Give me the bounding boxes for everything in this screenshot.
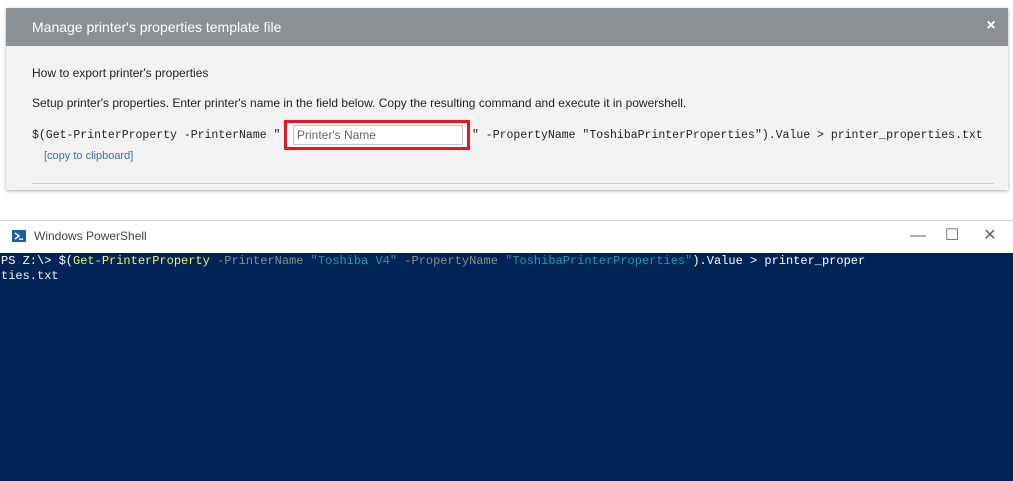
close-window-icon[interactable]: ✕ bbox=[975, 224, 1005, 248]
console-param: -PrinterName bbox=[209, 254, 311, 268]
powershell-window: Windows PowerShell — ☐ ✕ PS Z:\> $(Get-P… bbox=[0, 220, 1013, 481]
console-line: PS Z:\> $(Get-PrinterProperty -PrinterNa… bbox=[1, 254, 865, 269]
dialog-divider bbox=[32, 183, 994, 184]
command-suffix: " -PropertyName "ToshibaPrinterPropertie… bbox=[472, 129, 983, 142]
console-param: -PropertyName bbox=[397, 254, 506, 268]
powershell-console[interactable]: PS Z:\> $(Get-PrinterProperty -PrinterNa… bbox=[0, 253, 1013, 481]
console-cmdlet: Get-PrinterProperty bbox=[73, 254, 210, 268]
maximize-icon[interactable]: ☐ bbox=[937, 224, 967, 248]
powershell-title: Windows PowerShell bbox=[34, 229, 147, 243]
console-prompt: PS Z:\> bbox=[1, 254, 59, 268]
powershell-icon bbox=[12, 230, 26, 242]
dialog-title: Manage printer's properties template fil… bbox=[32, 19, 282, 35]
printer-properties-dialog: Manage printer's properties template fil… bbox=[6, 8, 1008, 190]
console-token: $( bbox=[58, 254, 74, 268]
copy-to-clipboard-link[interactable]: [copy to clipboard] bbox=[44, 150, 133, 162]
console-string: "ToshibaPrinterProperties" bbox=[505, 254, 693, 268]
close-icon[interactable]: × bbox=[982, 17, 1000, 35]
powershell-titlebar: Windows PowerShell — ☐ ✕ bbox=[0, 221, 1013, 251]
minimize-icon[interactable]: — bbox=[903, 224, 933, 248]
console-string: "Toshiba V4" bbox=[310, 254, 398, 268]
dialog-header: Manage printer's properties template fil… bbox=[6, 8, 1008, 46]
console-line: ties.txt bbox=[1, 269, 59, 283]
printer-name-highlight bbox=[284, 120, 470, 150]
instructions-text: Setup printer's properties. Enter printe… bbox=[32, 96, 687, 110]
export-heading: How to export printer's properties bbox=[32, 66, 209, 80]
console-token: ).Value > printer_proper bbox=[692, 254, 866, 268]
printer-name-input[interactable] bbox=[293, 125, 463, 145]
command-prefix: $(Get-PrinterProperty -PrinterName " bbox=[32, 129, 281, 142]
